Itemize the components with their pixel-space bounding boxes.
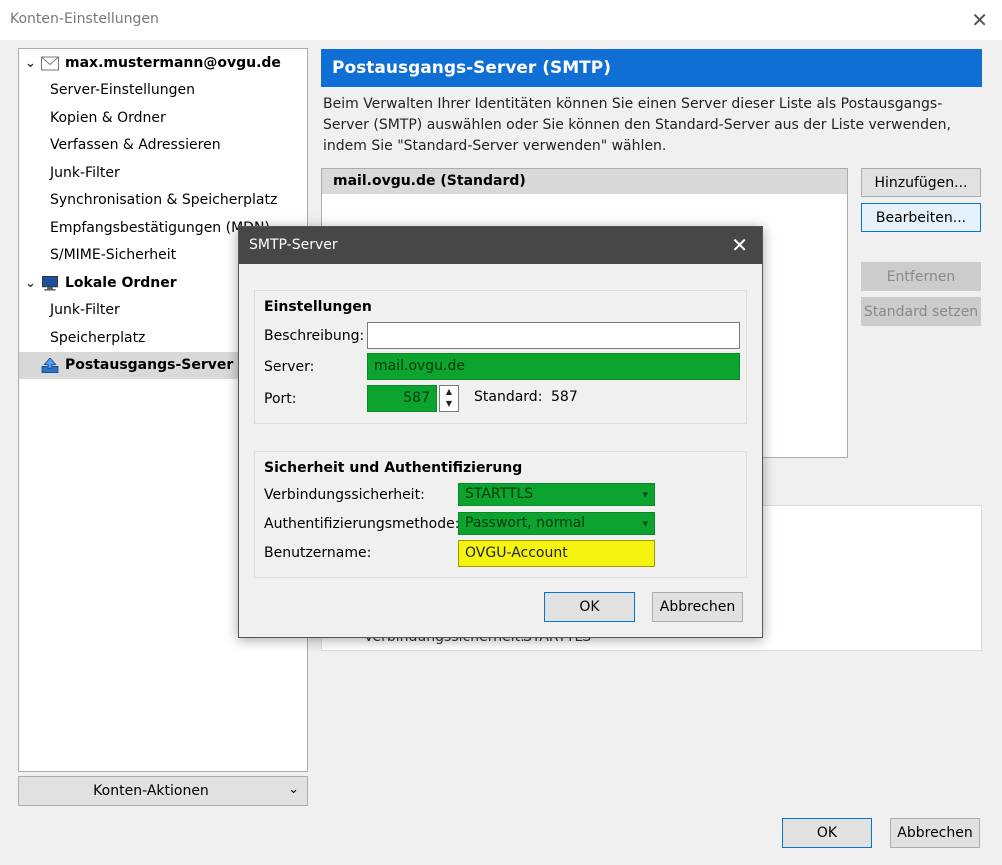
dialog-title: SMTP-Server <box>249 237 338 253</box>
cancel-button[interactable]: Abbrechen <box>890 818 980 848</box>
port-input[interactable]: 587 <box>367 385 437 412</box>
account-actions-label: Konten-Aktionen <box>93 783 209 799</box>
chevron-down-icon[interactable]: ⌄ <box>25 50 36 77</box>
tree-item-composition[interactable]: Verfassen & Adressieren <box>19 132 307 159</box>
tree-item-copies-folders[interactable]: Kopien & Ordner <box>19 105 307 132</box>
tree-account[interactable]: ⌄ max.mustermann@ovgu.de <box>19 50 307 77</box>
chevron-down-icon[interactable]: ⌄ <box>25 270 36 297</box>
server-input[interactable]: mail.ovgu.de <box>367 353 740 380</box>
computer-icon <box>42 276 58 291</box>
dialog-ok-button[interactable]: OK <box>544 592 635 622</box>
tree-item-label: S/MIME-Sicherheit <box>50 247 177 263</box>
connection-security-select[interactable]: STARTTLS ▾ <box>458 483 655 506</box>
port-stepper[interactable]: ▲ ▼ <box>439 385 459 412</box>
tree-item-label: Kopien & Ordner <box>50 110 166 126</box>
auth-method-select[interactable]: Passwort, normal ▾ <box>458 512 655 535</box>
envelope-icon <box>41 56 59 71</box>
tree-item-label: Junk-Filter <box>50 165 120 181</box>
server-list-item-default[interactable]: mail.ovgu.de (Standard) <box>322 169 847 194</box>
dialog-cancel-button[interactable]: Abbrechen <box>652 592 743 622</box>
page-title: Postausgangs-Server (SMTP) <box>321 49 982 87</box>
local-folders-label: Lokale Ordner <box>65 275 177 291</box>
chevron-up-icon[interactable]: ▲ <box>440 386 458 398</box>
window-titlebar: Konten-Einstellungen ✕ <box>0 0 1002 40</box>
upload-arrow-icon <box>41 358 59 373</box>
edit-button[interactable]: Bearbeiten... <box>861 203 981 232</box>
auth-method-value: Passwort, normal <box>465 515 586 531</box>
smtp-server-dialog: SMTP-Server ✕ Einstellungen Beschreibung… <box>238 226 763 638</box>
close-icon[interactable]: ✕ <box>971 8 988 32</box>
dialog-titlebar: SMTP-Server ✕ <box>239 227 762 264</box>
chevron-down-icon[interactable]: ▼ <box>440 398 458 410</box>
port-label: Port: <box>264 391 297 407</box>
tree-item-label: Server-Einstellungen <box>50 82 195 98</box>
username-input[interactable]: OVGU-Account <box>458 540 655 567</box>
standard-port-label: Standard: <box>474 389 543 405</box>
remove-button[interactable]: Entfernen <box>861 262 981 291</box>
window-title: Konten-Einstellungen <box>10 11 159 27</box>
ok-button[interactable]: OK <box>782 818 872 848</box>
chevron-down-icon: ▾ <box>642 517 648 530</box>
account-actions-button[interactable]: Konten-Aktionen ⌄ <box>18 776 308 806</box>
tree-item-label: Speicherplatz <box>50 330 146 346</box>
add-button[interactable]: Hinzufügen... <box>861 168 981 197</box>
page-description: Beim Verwalten Ihrer Identitäten können … <box>323 96 951 154</box>
connection-security-value: STARTTLS <box>465 486 534 502</box>
tree-item-sync[interactable]: Synchronisation & Speicherplatz <box>19 187 307 214</box>
tree-item-label: Synchronisation & Speicherplatz <box>50 192 278 208</box>
account-email: max.mustermann@ovgu.de <box>65 55 281 71</box>
settings-group-title: Einstellungen <box>264 299 372 315</box>
standard-port-value: 587 <box>551 389 578 405</box>
auth-method-label: Authentifizierungsmethode: <box>264 516 460 532</box>
page-title-text: Postausgangs-Server (SMTP) <box>332 58 611 78</box>
set-default-button[interactable]: Standard setzen <box>861 297 981 326</box>
chevron-down-icon: ⌄ <box>288 782 299 797</box>
server-label: Server: <box>264 359 315 375</box>
username-label: Benutzername: <box>264 545 372 561</box>
close-icon[interactable]: ✕ <box>731 233 748 257</box>
description-label: Beschreibung: <box>264 328 365 344</box>
tree-item-label: Verfassen & Adressieren <box>50 137 221 153</box>
tree-item-label: Junk-Filter <box>50 302 120 318</box>
chevron-down-icon: ▾ <box>642 488 648 501</box>
tree-item-server-settings[interactable]: Server-Einstellungen <box>19 77 307 104</box>
connection-security-label: Verbindungssicherheit: <box>264 487 425 503</box>
tree-item-label: Empfangsbestätigungen (MDN) <box>50 220 270 236</box>
security-group-title: Sicherheit und Authentifizierung <box>264 460 523 476</box>
description-input[interactable] <box>367 322 740 349</box>
tree-item-junk[interactable]: Junk-Filter <box>19 160 307 187</box>
